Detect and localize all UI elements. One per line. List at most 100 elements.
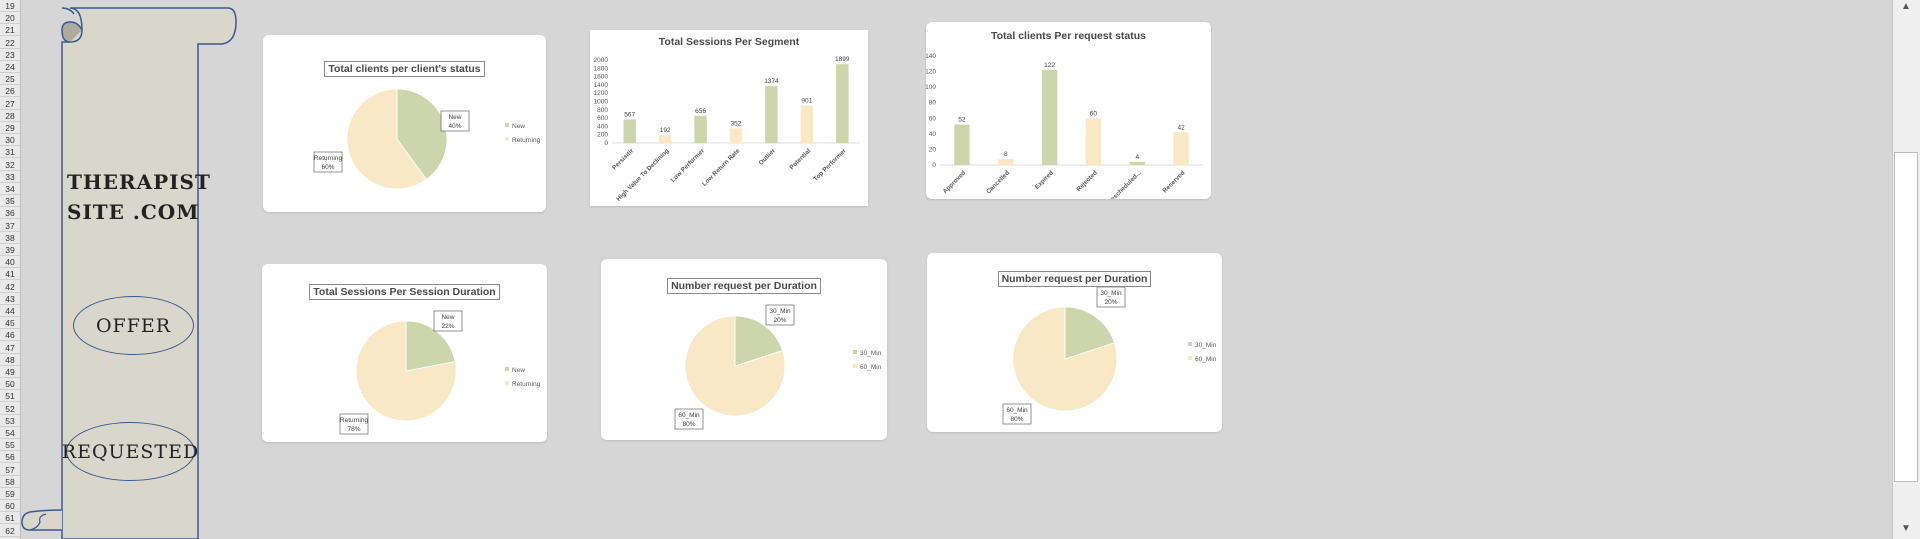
x-tick-label: Outlier xyxy=(758,147,778,167)
data-label: 192 xyxy=(660,127,671,134)
x-tick-label: Rescheduled... xyxy=(1106,169,1143,199)
data-label: Returning xyxy=(340,417,369,424)
chart-card-request-duration-1[interactable]: Number request per Duration 30_Min 20% 60_… xyxy=(601,259,887,440)
data-label: 1374 xyxy=(764,78,779,85)
data-label: 52 xyxy=(958,117,966,124)
legend-swatch xyxy=(505,137,509,141)
legend-swatch xyxy=(1188,342,1192,346)
y-tick-label: 80 xyxy=(929,100,937,107)
x-tick-label: Rejected xyxy=(1075,169,1099,193)
data-label: New xyxy=(441,314,454,321)
chart-title: Total Sessions Per Segment xyxy=(658,36,800,48)
y-tick-label: 400 xyxy=(597,123,608,130)
chart-card-session-duration[interactable]: Total Sessions Per Session Duration New 2… xyxy=(262,264,547,442)
data-label: New xyxy=(448,114,461,121)
requested-button[interactable]: REQUESTED xyxy=(62,422,198,481)
legend-label: 60_Min xyxy=(1195,356,1217,363)
bar xyxy=(1085,118,1102,165)
bar xyxy=(729,128,743,143)
x-tick-label: Approved xyxy=(942,169,968,195)
x-tick-label: Low Performer xyxy=(670,147,707,184)
y-tick-label: 120 xyxy=(926,69,936,76)
data-label: 567 xyxy=(624,111,635,118)
y-tick-label: 200 xyxy=(597,132,608,139)
data-label: 60_Min xyxy=(678,412,700,419)
bar xyxy=(998,158,1014,165)
y-tick-label: 600 xyxy=(597,115,608,122)
y-tick-label: 1400 xyxy=(594,82,609,89)
y-tick-label: 0 xyxy=(932,162,936,169)
scrollbar-thumb[interactable] xyxy=(1894,152,1918,482)
legend-swatch xyxy=(853,364,857,368)
legend-swatch xyxy=(1188,356,1192,360)
legend-label: New xyxy=(512,367,525,374)
x-tick-label: Cancelled xyxy=(985,169,1011,195)
legend-label: 30_Min xyxy=(1195,342,1217,349)
bar xyxy=(694,115,707,143)
x-tick-label: Potential xyxy=(789,147,813,171)
data-label: 901 xyxy=(801,98,812,105)
data-label: 656 xyxy=(695,108,706,115)
data-label: 30_Min xyxy=(769,308,791,315)
chart-card-request-status[interactable]: Total clients Per request status 140 120 1… xyxy=(925,22,1211,206)
chart-title: Number request per Duration xyxy=(927,271,1222,287)
legend-swatch xyxy=(505,381,509,385)
data-label: 22% xyxy=(441,323,454,330)
y-tick-label: 1600 xyxy=(594,74,609,81)
y-tick-label: 20 xyxy=(929,146,937,153)
x-tick-label: Reserved xyxy=(1161,169,1186,194)
scroll-down-arrow-icon[interactable]: ▼ xyxy=(1894,522,1918,536)
data-label: 8 xyxy=(1004,151,1008,158)
chart-title: Total clients Per request status xyxy=(990,30,1147,42)
chart-card-request-duration-2[interactable]: Number request per Duration 30_Min 20% 60_… xyxy=(927,253,1222,432)
legend-label: 30_Min xyxy=(860,350,882,357)
y-tick-label: 0 xyxy=(604,140,608,147)
chart-title: Total Sessions Per Session Duration xyxy=(262,284,547,300)
y-tick-label: 1800 xyxy=(594,65,609,72)
chart-title: Total clients per client's status xyxy=(263,61,546,77)
data-label: 60_Min xyxy=(1006,407,1028,414)
bar xyxy=(954,124,970,165)
x-tick-label: Top Performer xyxy=(812,147,848,183)
data-label: 60% xyxy=(321,164,334,171)
data-label: Returning xyxy=(314,155,343,162)
bar xyxy=(623,119,636,143)
bar xyxy=(658,135,672,143)
x-tick-label: Expired xyxy=(1034,169,1055,190)
x-tick-label: Low Return Rate xyxy=(701,147,742,188)
bar xyxy=(1129,161,1145,165)
chart-card-sessions-segment[interactable]: Total Sessions Per Segment 2000 1800 1600 1… xyxy=(590,30,868,206)
legend-swatch xyxy=(505,367,509,371)
bar xyxy=(1173,132,1189,165)
data-label: 20% xyxy=(773,317,786,324)
requested-button-label: REQUESTED xyxy=(61,440,200,463)
legend-swatch xyxy=(853,350,857,354)
x-tick-label: Persisitir xyxy=(611,147,635,171)
data-label: 20% xyxy=(1104,299,1117,306)
data-label: 352 xyxy=(731,120,742,127)
legend-label: 60_Min xyxy=(860,364,882,371)
bar xyxy=(1041,70,1058,165)
data-label: 80% xyxy=(682,421,695,428)
bar xyxy=(765,85,778,143)
data-label: 122 xyxy=(1044,62,1055,69)
offer-button[interactable]: OFFER xyxy=(73,296,194,355)
y-tick-label: 2000 xyxy=(594,57,609,64)
y-tick-label: 40 xyxy=(929,131,937,138)
legend-label: New xyxy=(512,123,525,130)
data-label: 80% xyxy=(1010,416,1023,423)
scroll-up-arrow-icon[interactable]: ▲ xyxy=(1894,0,1918,14)
y-tick-label: 1000 xyxy=(594,99,609,106)
legend-label: Returning xyxy=(512,137,541,144)
data-label: 42 xyxy=(1177,124,1185,131)
data-label: 40% xyxy=(448,123,461,130)
brand-line-2: SITE .COM xyxy=(67,200,200,224)
data-label: 4 xyxy=(1135,154,1139,161)
data-label: 78% xyxy=(347,426,360,433)
bar xyxy=(836,64,849,143)
data-label: 1899 xyxy=(835,56,850,63)
chart-card-client-status[interactable]: Total clients per client's status New 40%… xyxy=(263,35,546,212)
y-tick-label: 800 xyxy=(597,107,608,114)
bar xyxy=(800,105,814,143)
chart-title: Number request per Duration xyxy=(601,278,887,294)
